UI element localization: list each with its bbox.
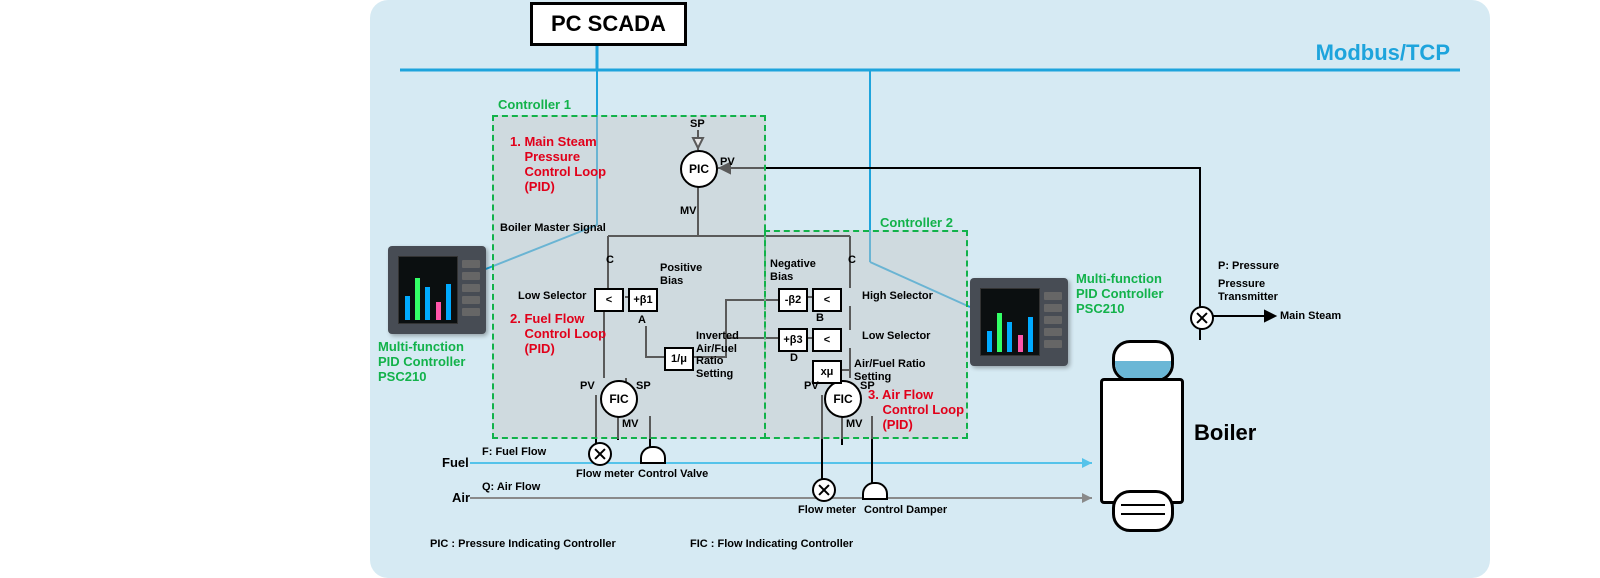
fuel-valve-tag: Control Valve <box>638 468 708 481</box>
c-tag-right: C <box>848 254 856 267</box>
pos-bias-tag: Positive Bias <box>660 262 702 287</box>
boiler-vessel-icon <box>1100 378 1184 504</box>
legend-pic: PIC : Pressure Indicating Controller <box>430 538 616 551</box>
air-pipe-label: Air <box>452 491 470 506</box>
fic-air-node: FIC <box>824 380 862 418</box>
controller-2-title: Controller 2 <box>880 216 953 231</box>
steam-drum-icon <box>1112 340 1174 382</box>
main-steam-tag: Main Steam <box>1280 310 1341 323</box>
low-selector-right: < <box>812 328 842 352</box>
psc210-label-left: Multi-function PID Controller PSC210 <box>378 340 465 385</box>
bms-tag: Boiler Master Signal <box>500 222 606 235</box>
air-flow-meter-icon <box>812 478 836 502</box>
sp-tag-pic: SP <box>690 118 705 131</box>
mv-tag-fic-r: MV <box>846 418 863 431</box>
pv-tag-fic-r: PV <box>804 380 819 393</box>
psc210-device-right <box>970 278 1068 366</box>
fuel-flow-meter-icon <box>588 442 612 466</box>
pv-tag-fic-l: PV <box>580 380 595 393</box>
psc210-label-right: Multi-function PID Controller PSC210 <box>1076 272 1163 317</box>
sp-tag-fic-r: SP <box>860 380 875 393</box>
air-flowmeter-tag: Flow meter <box>798 504 856 517</box>
legend-fic: FIC : Flow Indicating Controller <box>690 538 853 551</box>
pressure-transmitter-icon <box>1190 306 1214 330</box>
mv-tag-pic: MV <box>680 205 697 218</box>
loop-2-label: 2. Fuel Flow Control Loop (PID) <box>510 312 606 357</box>
fuel-flowmeter-tag: Flow meter <box>576 468 634 481</box>
boiler-label: Boiler <box>1194 420 1256 445</box>
neg-bias-tag: Negative Bias <box>770 258 816 283</box>
high-selector: < <box>812 288 842 312</box>
low-sel-left-tag: Low Selector <box>518 290 586 303</box>
pc-scada-box: PC SCADA <box>530 2 687 46</box>
fuel-pipe-label: Fuel <box>442 456 469 471</box>
bias-neg-b2: -β2 <box>778 288 808 312</box>
fic-fuel-node: FIC <box>600 380 638 418</box>
mv-tag-fic-l: MV <box>622 418 639 431</box>
bias-pos-b1: +β1 <box>628 288 658 312</box>
bus-label: Modbus/TCP <box>1316 40 1450 65</box>
loop-1-label: 1. Main Steam Pressure Control Loop (PID… <box>510 135 606 195</box>
pic-node: PIC <box>680 150 718 188</box>
c-tag-left: C <box>606 254 614 267</box>
air-damper-tag: Control Damper <box>864 504 947 517</box>
bias-pos-b3: +β3 <box>778 328 808 352</box>
b-tag: B <box>816 312 824 325</box>
q-def-tag: Q: Air Flow <box>482 481 540 494</box>
inv-ratio-tag: Inverted Air/Fuel Ratio Setting <box>696 330 739 381</box>
pressure-tx-tag: Pressure Transmitter <box>1218 278 1278 303</box>
a-tag: A <box>638 314 646 327</box>
burner-icon <box>1112 490 1174 532</box>
high-sel-tag: High Selector <box>862 290 933 303</box>
pv-tag-pic: PV <box>720 156 735 169</box>
d-tag: D <box>790 352 798 365</box>
p-pressure-tag: P: Pressure <box>1218 260 1279 273</box>
air-control-damper-icon <box>862 482 888 500</box>
controller-1-title: Controller 1 <box>498 98 571 113</box>
low-selector-left: < <box>594 288 624 312</box>
loop-3-label: 3. Air Flow Control Loop (PID) <box>868 388 964 433</box>
inv-ratio-box: 1/μ <box>664 347 694 371</box>
diagram-panel: PC SCADA Modbus/TCP Controller 1 Control… <box>370 0 1490 578</box>
psc210-device-left <box>388 246 486 334</box>
low-sel-right-tag: Low Selector <box>862 330 930 343</box>
f-def-tag: F: Fuel Flow <box>482 446 546 459</box>
sp-tag-fic-l: SP <box>636 380 651 393</box>
fuel-control-valve-icon <box>640 446 666 464</box>
